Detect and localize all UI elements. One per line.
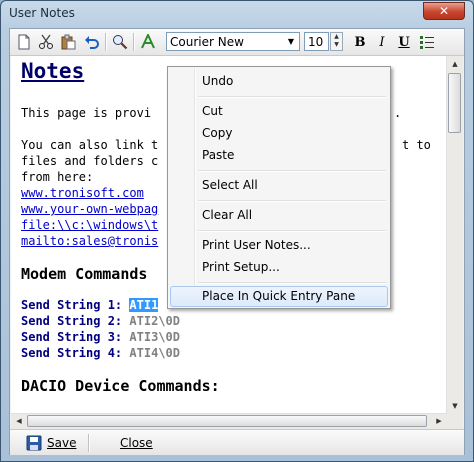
scroll-down-icon[interactable]: ▼ xyxy=(447,398,463,414)
font-size-spinner[interactable]: ▲ ▼ xyxy=(330,32,343,51)
save-button[interactable]: Save xyxy=(26,434,76,452)
menu-item-print-user-notes[interactable]: Print User Notes... xyxy=(170,235,388,255)
text-fragment: . xyxy=(394,106,402,120)
link-tronisoft[interactable]: www.tronisoft.com xyxy=(21,186,144,200)
text-line: This page is provi xyxy=(21,106,152,120)
link-mailto[interactable]: mailto:sales@tronis xyxy=(21,234,158,248)
close-button[interactable]: Close xyxy=(120,434,153,452)
bullet-list-icon[interactable] xyxy=(417,32,437,52)
chevron-down-icon: ▼ xyxy=(287,37,295,46)
save-disk-icon xyxy=(26,435,42,451)
close-label: Close xyxy=(120,436,153,450)
send-string-row: Send String 2: ATI2\0D xyxy=(21,314,180,328)
link-file[interactable]: file:\\c:\windows\t xyxy=(21,218,158,232)
menu-item-place-in-quick-entry-pane[interactable]: Place In Quick Entry Pane xyxy=(170,286,388,307)
horizontal-scrollbar[interactable]: ◀ ▶ xyxy=(11,413,447,429)
menu-item-copy[interactable]: Copy xyxy=(170,123,388,143)
text-line: files and folders c xyxy=(21,154,159,168)
vertical-scrollbar[interactable]: ▲ ▼ xyxy=(446,56,463,414)
modem-commands-heading: Modem Commands xyxy=(21,265,148,283)
send-string-row: Send String 3: ATI3\0D xyxy=(21,330,180,344)
text-line: You can also link t xyxy=(21,138,159,152)
save-label: Save xyxy=(47,436,77,450)
font-size-field[interactable]: 10 xyxy=(304,32,329,51)
dacio-heading: DACIO Device Commands: xyxy=(21,377,220,395)
font-name-select[interactable]: Courier New ▼ xyxy=(166,32,300,51)
bold-button[interactable]: B xyxy=(351,33,369,51)
window-title: User Notes xyxy=(9,6,75,20)
send-string-row: Send String 4: ATI4\0D xyxy=(21,346,180,360)
find-icon[interactable] xyxy=(110,32,130,52)
undo-icon[interactable] xyxy=(82,32,102,52)
menu-item-select-all[interactable]: Select All xyxy=(170,175,388,195)
send-string-row: Send String 1: ATI1 xyxy=(21,298,159,312)
italic-button[interactable]: I xyxy=(373,33,391,51)
paste-icon[interactable] xyxy=(58,32,78,52)
title-bar[interactable]: User Notes ✕ xyxy=(1,1,473,27)
scroll-right-icon[interactable]: ▶ xyxy=(431,413,447,429)
horizontal-scroll-thumb[interactable] xyxy=(27,415,427,427)
font-color-icon[interactable] xyxy=(138,32,158,52)
close-icon: ✕ xyxy=(438,4,450,18)
link-webpage[interactable]: www.your-own-webpag xyxy=(21,202,158,216)
menu-item-print-setup[interactable]: Print Setup... xyxy=(170,257,388,277)
font-size-value: 10 xyxy=(308,35,324,49)
selected-text: ATI1 xyxy=(129,298,159,312)
scroll-corner xyxy=(447,414,463,429)
vertical-scroll-thumb[interactable] xyxy=(448,73,461,133)
menu-item-undo[interactable]: Undo xyxy=(170,71,388,91)
scroll-up-icon[interactable]: ▲ xyxy=(447,56,463,72)
new-document-icon[interactable] xyxy=(14,32,34,52)
scroll-left-icon[interactable]: ◀ xyxy=(11,413,27,429)
text-line: from here: xyxy=(21,170,94,184)
menu-item-paste[interactable]: Paste xyxy=(170,145,388,165)
bottom-bar: Save Close xyxy=(10,429,464,455)
window-close-button[interactable]: ✕ xyxy=(423,2,465,20)
font-name-value: Courier New xyxy=(170,35,244,49)
spin-up-icon[interactable]: ▲ xyxy=(331,33,342,41)
menu-item-clear-all[interactable]: Clear All xyxy=(170,205,388,225)
text-fragment: t to xyxy=(402,138,431,152)
spin-down-icon[interactable]: ▼ xyxy=(331,41,342,49)
underline-button[interactable]: U xyxy=(395,33,413,51)
notes-heading: Notes xyxy=(21,59,85,83)
toolbar: Courier New ▼ 10 ▲ ▼ B I U xyxy=(10,29,464,56)
user-notes-window: User Notes ✕ Courier New ▼ 10 ▲ ▼ B I U … xyxy=(0,0,474,462)
cut-icon[interactable] xyxy=(36,32,56,52)
context-menu: Undo Cut Copy Paste Select All Clear All… xyxy=(167,66,391,309)
menu-item-cut[interactable]: Cut xyxy=(170,101,388,121)
